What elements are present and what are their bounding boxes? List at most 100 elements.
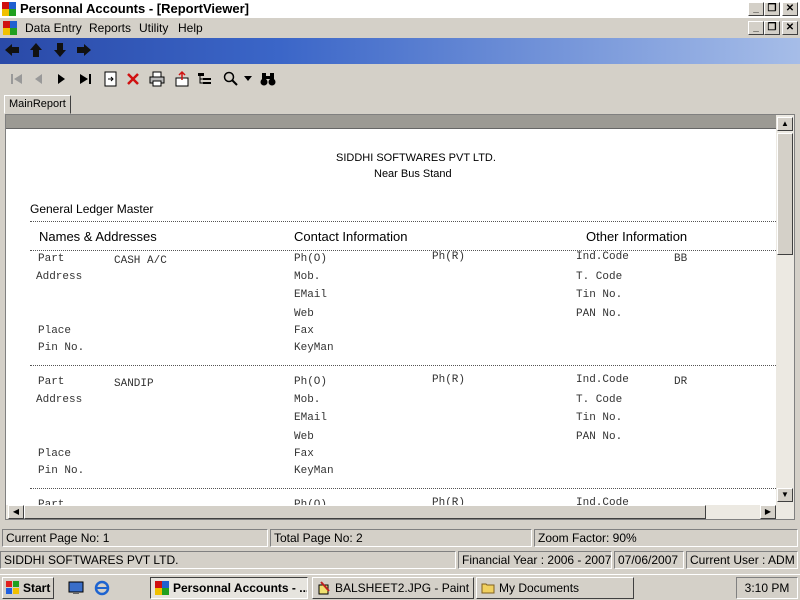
scroll-thumb[interactable] [777, 133, 793, 255]
internet-explorer-icon[interactable] [94, 580, 110, 596]
task-my-documents[interactable]: My Documents [476, 577, 634, 599]
mob-label: Mob. [294, 394, 321, 406]
total-page-status: Total Page No: 2 [270, 529, 532, 547]
group-tree-icon[interactable] [196, 70, 214, 88]
chevron-down-icon[interactable] [244, 76, 252, 82]
system-clock[interactable]: 3:10 PM [736, 577, 798, 599]
company-status: SIDDHI SOFTWARES PVT LTD. [0, 551, 456, 569]
task-personal-accounts[interactable]: Personnal Accounts - ... [150, 577, 308, 599]
company-name: SIDDHI SOFTWARES PVT LTD. [336, 152, 496, 164]
scroll-down-button[interactable]: ▼ [777, 488, 793, 502]
financial-year-status: Financial Year : 2006 - 2007 [458, 551, 612, 569]
app-icon [155, 581, 169, 595]
report-tab-strip: MainReport [0, 94, 800, 114]
place-label: Place [38, 325, 72, 337]
phr-label: Ph(R) [432, 374, 466, 386]
email-label: EMail [294, 412, 328, 424]
web-label: Web [294, 308, 314, 320]
child-close-button[interactable]: ✕ [782, 21, 798, 35]
menu-reports[interactable]: Reports [89, 21, 131, 35]
ind-code-value: BB [674, 253, 688, 265]
date-status: 07/06/2007 [614, 551, 684, 569]
mdi-child-icon[interactable] [3, 21, 17, 35]
desktop-icon[interactable] [68, 580, 84, 596]
pho-label: Ph(O) [294, 253, 328, 265]
menu-help[interactable]: Help [178, 21, 203, 35]
pin-label: Pin No. [38, 342, 85, 354]
part-label: Part [38, 253, 65, 265]
tin-label: Tin No. [576, 289, 623, 301]
back-arrow-icon[interactable] [4, 42, 20, 58]
phr-label: Ph(R) [432, 251, 466, 263]
divider [30, 488, 776, 489]
forward-arrow-icon[interactable] [76, 42, 92, 58]
web-label: Web [294, 431, 314, 443]
tab-main-report[interactable]: MainReport [4, 95, 71, 114]
app-status-bar: SIDDHI SOFTWARES PVT LTD. Financial Year… [0, 550, 800, 572]
address-label: Address [36, 394, 83, 406]
last-page-icon[interactable] [76, 70, 94, 88]
scroll-left-button[interactable]: ◀ [8, 505, 24, 519]
company-address: Near Bus Stand [374, 168, 452, 180]
report-viewer: SIDDHI SOFTWARES PVT LTD. Near Bus Stand… [5, 114, 795, 520]
task-label: Personnal Accounts - ... [173, 581, 308, 595]
child-minimize-button[interactable]: _ [748, 21, 764, 35]
print-icon[interactable] [148, 70, 166, 88]
restore-button[interactable]: ❐ [764, 2, 780, 16]
tcode-label: T. Code [576, 394, 623, 406]
report-toolbar [0, 64, 800, 94]
part-label: Part [38, 376, 65, 388]
scroll-up-button[interactable]: ▲ [777, 117, 793, 131]
indcode-label: Ind.Code [576, 374, 629, 386]
column-header-names: Names & Addresses [39, 229, 157, 244]
child-restore-button[interactable]: ❐ [764, 21, 780, 35]
zoom-icon[interactable] [222, 70, 240, 88]
fax-label: Fax [294, 325, 314, 337]
report-header-band [6, 115, 776, 129]
zoom-status: Zoom Factor: 90% [534, 529, 798, 547]
next-page-icon[interactable] [52, 70, 70, 88]
hscroll-thumb[interactable] [24, 505, 706, 519]
first-page-icon[interactable] [8, 70, 26, 88]
menu-data-entry[interactable]: Data Entry [25, 21, 82, 35]
ledger-record: Part CASH A/C Address Place Pin No. Ph(O… [6, 251, 776, 363]
goto-page-icon[interactable] [102, 70, 120, 88]
tin-label: Tin No. [576, 412, 623, 424]
menu-bar: Data Entry Reports Utility Help _ ❐ ✕ [0, 18, 800, 38]
navigation-band [0, 38, 800, 64]
pho-label: Ph(O) [294, 376, 328, 388]
menu-utility[interactable]: Utility [139, 21, 168, 35]
fax-label: Fax [294, 448, 314, 460]
pan-label: PAN No. [576, 308, 623, 320]
task-label: My Documents [499, 581, 580, 595]
export-icon[interactable] [173, 70, 191, 88]
task-paint[interactable]: BALSHEET2.JPG - Paint [312, 577, 474, 599]
report-title: General Ledger Master [30, 202, 154, 216]
horizontal-scrollbar[interactable]: ◀ ▶ [6, 505, 794, 519]
ledger-record: Part SANDIP Address Place Pin No. Ph(O) … [6, 374, 776, 486]
search-binoculars-icon[interactable] [259, 70, 277, 88]
phr-label: Ph(R) [432, 497, 466, 505]
paint-icon [318, 581, 330, 595]
vertical-scrollbar[interactable]: ▲ ▼ [776, 115, 794, 505]
ledger-name: CASH A/C [114, 255, 167, 267]
pan-label: PAN No. [576, 431, 623, 443]
minimize-button[interactable]: _ [748, 2, 764, 16]
divider [30, 250, 776, 251]
start-button[interactable]: Start [2, 577, 54, 599]
keyman-label: KeyMan [294, 342, 334, 354]
close-report-icon[interactable] [124, 70, 142, 88]
mob-label: Mob. [294, 271, 321, 283]
ledger-name: SANDIP [114, 378, 154, 390]
scroll-right-button[interactable]: ▶ [760, 505, 776, 519]
down-arrow-icon[interactable] [52, 42, 68, 58]
up-arrow-icon[interactable] [28, 42, 44, 58]
tcode-label: T. Code [576, 271, 623, 283]
folder-icon [481, 583, 495, 594]
column-header-other: Other Information [586, 229, 688, 244]
windows-logo-icon [6, 581, 19, 594]
indcode-label: Ind.Code [576, 497, 629, 505]
prev-page-icon[interactable] [30, 70, 48, 88]
close-button[interactable]: ✕ [782, 2, 798, 16]
report-page: SIDDHI SOFTWARES PVT LTD. Near Bus Stand… [6, 129, 776, 505]
